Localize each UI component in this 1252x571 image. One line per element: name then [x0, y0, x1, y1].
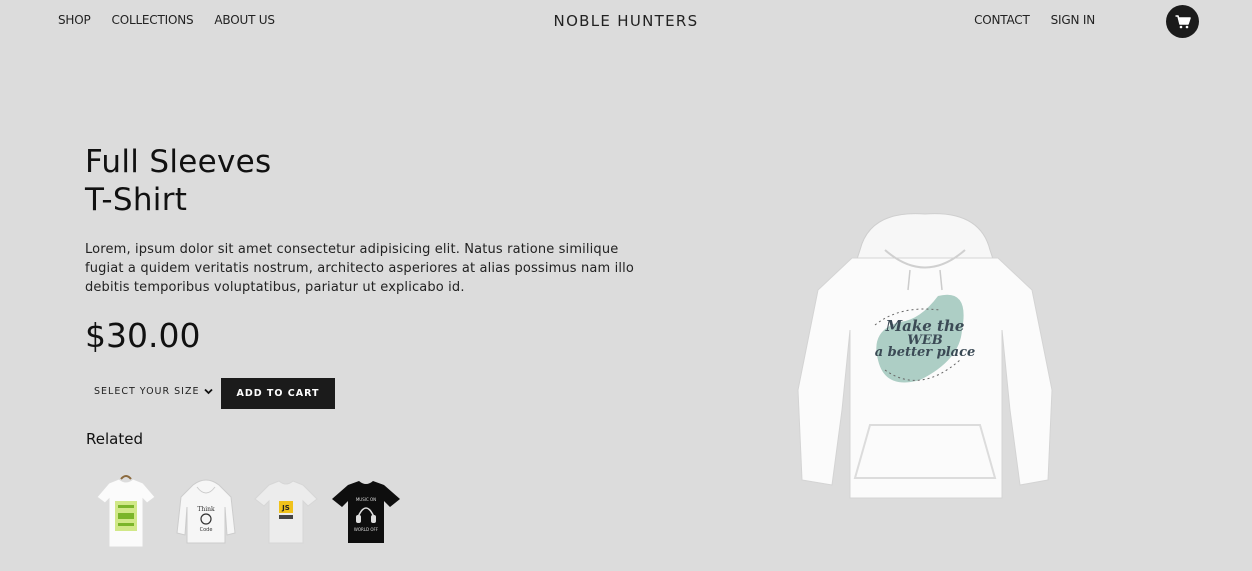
size-select[interactable]: SELECT YOUR SIZE	[94, 386, 214, 397]
hoodie-image: Think Code	[176, 479, 236, 544]
secondary-nav: CONTACT SIGN IN	[974, 13, 1095, 27]
primary-nav: SHOP COLLECTIONS ABOUT US	[58, 13, 275, 27]
tshirt-image: MUSIC ON WORLD OFF	[332, 481, 400, 543]
svg-text:Code: Code	[200, 527, 213, 533]
cart-button[interactable]	[1166, 5, 1199, 38]
print-line3: a better place	[875, 345, 976, 360]
product-title-line2: T-Shirt	[85, 182, 188, 218]
nav-shop[interactable]: SHOP	[58, 13, 91, 27]
svg-text:MUSIC ON: MUSIC ON	[356, 497, 376, 502]
size-select-label: SELECT YOUR SIZE	[94, 386, 200, 397]
add-to-cart-button[interactable]: ADD TO CART	[221, 378, 335, 409]
related-item-black-tshirt[interactable]: MUSIC ON WORLD OFF	[326, 472, 406, 552]
svg-text:JS: JS	[281, 504, 290, 512]
product-hero-image: Make the WEB a better place	[790, 210, 1060, 514]
svg-text:Think: Think	[197, 506, 215, 513]
nav-contact[interactable]: CONTACT	[974, 13, 1030, 27]
nav-collections[interactable]: COLLECTIONS	[112, 13, 194, 27]
svg-text:WORLD OFF: WORLD OFF	[354, 527, 379, 532]
nav-sign-in[interactable]: SIGN IN	[1051, 13, 1096, 27]
related-title: Related	[86, 430, 143, 448]
product-price: $30.00	[85, 316, 201, 355]
product-title-line1: Full Sleeves	[85, 144, 272, 180]
related-products: Think Code JS MUSIC ON WORLD OFF	[86, 472, 406, 552]
nav-about-us[interactable]: ABOUT US	[214, 13, 275, 27]
product-description: Lorem, ipsum dolor sit amet consectetur …	[85, 242, 635, 295]
tshirt-image	[96, 475, 156, 548]
chevron-down-icon	[204, 388, 214, 395]
tshirt-image: JS	[254, 480, 318, 544]
related-item-white-hoodie[interactable]: Think Code	[166, 472, 246, 552]
related-item-white-tshirt[interactable]	[86, 472, 166, 552]
shopping-cart-icon	[1175, 14, 1191, 28]
related-item-js-tshirt[interactable]: JS	[246, 472, 326, 552]
product-title: Full Sleeves T-Shirt	[85, 143, 271, 219]
